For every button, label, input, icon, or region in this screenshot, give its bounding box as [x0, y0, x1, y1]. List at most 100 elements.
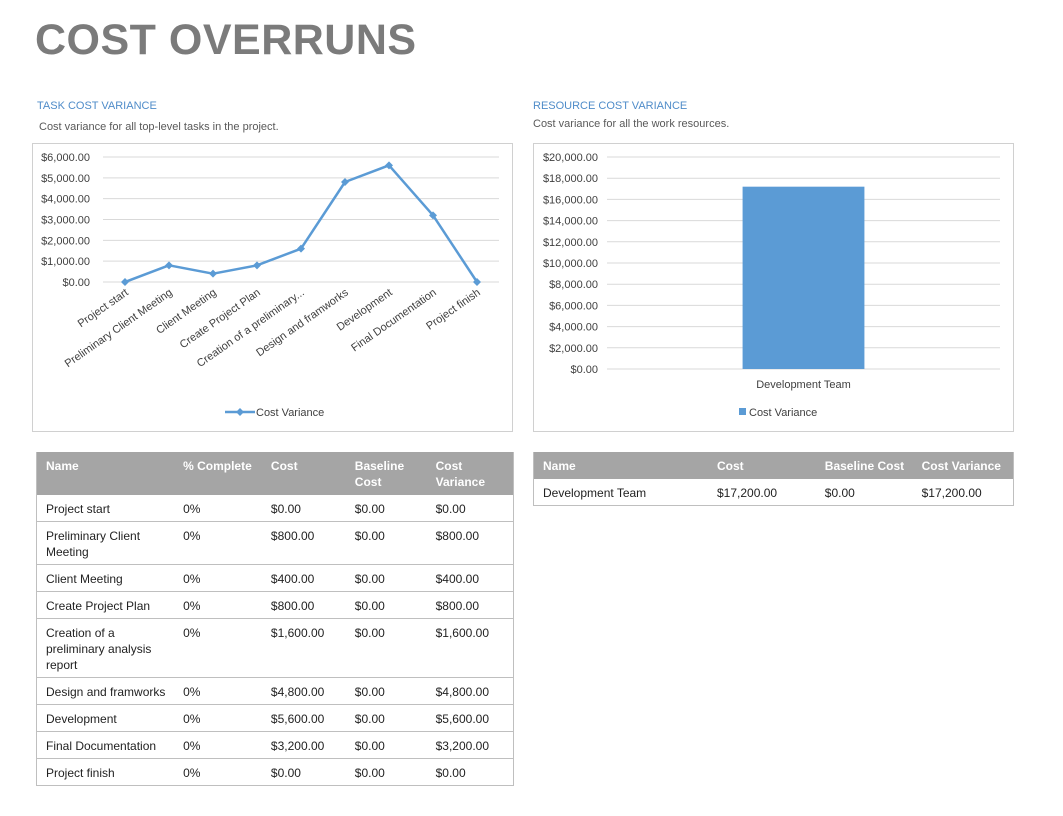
task-cost-variance-chart: $0.00 $1,000.00 $2,000.00 $3,000.00 $4,000.0…: [32, 143, 513, 432]
cell-name: Final Documentation: [36, 731, 175, 759]
cell-percent-complete: 0%: [174, 618, 262, 678]
y-tick-label: $5,000.00: [41, 173, 90, 185]
table-row: Development Team $17,200.00 $0.00 $17,20…: [533, 479, 1014, 506]
y-tick-label: $20,000.00: [543, 152, 598, 164]
cell-cost-variance: $5,600.00: [426, 704, 514, 732]
resource-cost-variance-heading: RESOURCE COST VARIANCE: [533, 100, 688, 112]
cell-cost: $17,200.00: [707, 479, 816, 506]
y-tick-label: $10,000.00: [543, 258, 598, 270]
cell-cost-variance: $0.00: [426, 758, 514, 786]
table-header-row: Name % Complete Cost Baseline Cost Cost …: [36, 452, 514, 495]
y-tick-label: $0.00: [62, 277, 90, 289]
cell-cost: $5,600.00: [261, 704, 346, 732]
cell-cost-variance: $4,800.00: [426, 677, 514, 705]
cell-name: Creation of a preliminary analysis repor…: [36, 618, 175, 678]
cell-baseline-cost: $0.00: [345, 618, 427, 678]
line-chart-svg: $0.00 $1,000.00 $2,000.00 $3,000.00 $4,000.0…: [41, 152, 499, 419]
cell-percent-complete: 0%: [174, 495, 262, 522]
bar-development-team: [742, 186, 865, 369]
cell-cost-variance: $17,200.00: [912, 479, 1014, 506]
legend-swatch: [739, 408, 746, 415]
y-tick-label: $16,000.00: [543, 194, 598, 206]
cell-baseline-cost: $0.00: [345, 677, 427, 705]
cell-name: Preliminary Client Meeting: [36, 521, 175, 565]
column-header-baseline-cost: Baseline Cost: [815, 452, 913, 479]
cell-percent-complete: 0%: [174, 677, 262, 705]
page-title: COST OVERRUNS: [35, 16, 417, 64]
cell-name: Project finish: [36, 758, 175, 786]
y-tick-label: $14,000.00: [543, 216, 598, 228]
cell-percent-complete: 0%: [174, 704, 262, 732]
cell-cost-variance: $800.00: [426, 591, 514, 619]
cell-percent-complete: 0%: [174, 521, 262, 565]
cell-baseline-cost: $0.00: [345, 731, 427, 759]
column-header-name: Name: [533, 452, 708, 479]
table-header-row: Name Cost Baseline Cost Cost Variance: [533, 452, 1014, 479]
column-header-cost: Cost: [707, 452, 816, 479]
cell-cost: $0.00: [261, 758, 346, 786]
y-tick-label: $18,000.00: [543, 173, 598, 185]
cell-cost: $400.00: [261, 564, 346, 592]
cell-baseline-cost: $0.00: [345, 591, 427, 619]
task-cost-variance-subtitle: Cost variance for all top-level tasks in…: [39, 121, 279, 133]
cell-cost-variance: $1,600.00: [426, 618, 514, 678]
column-header-cost-variance: Cost Variance: [426, 452, 514, 495]
table-row: Client Meeting 0% $400.00 $0.00 $400.00: [36, 564, 514, 592]
column-header-cost-variance: Cost Variance: [912, 452, 1014, 479]
cell-percent-complete: 0%: [174, 591, 262, 619]
y-tick-label: $2,000.00: [41, 235, 90, 247]
cell-cost-variance: $0.00: [426, 495, 514, 522]
cell-name: Design and framworks: [36, 677, 175, 705]
table-row: Project finish 0% $0.00 $0.00 $0.00: [36, 758, 514, 786]
y-tick-label: $4,000.00: [549, 322, 598, 334]
cell-baseline-cost: $0.00: [345, 495, 427, 522]
x-tick-label: Development Team: [756, 379, 851, 391]
cell-baseline-cost: $0.00: [345, 758, 427, 786]
series-line-cost-variance: [124, 164, 479, 284]
y-tick-label: $0.00: [570, 364, 598, 376]
legend-marker: [236, 408, 244, 416]
legend-label: Cost Variance: [749, 407, 817, 419]
table-row: Project start 0% $0.00 $0.00 $0.00: [36, 495, 514, 522]
column-header-cost: Cost: [261, 452, 346, 495]
cell-cost-variance: $3,200.00: [426, 731, 514, 759]
cell-percent-complete: 0%: [174, 731, 262, 759]
cell-name: Create Project Plan: [36, 591, 175, 619]
table-row: Development 0% $5,600.00 $0.00 $5,600.00: [36, 704, 514, 732]
table-row: Creation of a preliminary analysis repor…: [36, 618, 514, 678]
table-row: Create Project Plan 0% $800.00 $0.00 $80…: [36, 591, 514, 619]
bar-chart-svg: $0.00 $2,000.00 $4,000.00 $6,000.00 $8,000.0…: [543, 152, 1000, 419]
data-point: [253, 261, 261, 270]
y-tick-label: $4,000.00: [41, 194, 90, 206]
task-cost-table: Name % Complete Cost Baseline Cost Cost …: [36, 452, 514, 786]
table-row: Design and framworks 0% $4,800.00 $0.00 …: [36, 677, 514, 705]
cell-name: Project start: [36, 495, 175, 522]
cell-cost-variance: $800.00: [426, 521, 514, 565]
cell-cost: $0.00: [261, 495, 346, 522]
data-point: [121, 278, 129, 286]
cell-cost: $800.00: [261, 591, 346, 619]
cell-name: Development: [36, 704, 175, 732]
column-header-baseline-cost: Baseline Cost: [345, 452, 427, 495]
y-tick-label: $1,000.00: [41, 256, 90, 268]
table-row: Final Documentation 0% $3,200.00 $0.00 $…: [36, 731, 514, 759]
cell-cost: $800.00: [261, 521, 346, 565]
y-tick-label: $2,000.00: [549, 343, 598, 355]
y-tick-label: $12,000.00: [543, 237, 598, 249]
resource-cost-variance-subtitle: Cost variance for all the work resources…: [533, 118, 730, 130]
resource-cost-variance-chart: $0.00 $2,000.00 $4,000.00 $6,000.00 $8,000.0…: [533, 143, 1014, 432]
column-header-name: Name: [36, 452, 175, 495]
cell-baseline-cost: $0.00: [345, 564, 427, 592]
cell-baseline-cost: $0.00: [345, 521, 427, 565]
y-tick-label: $6,000.00: [41, 152, 90, 164]
y-tick-label: $8,000.00: [549, 279, 598, 291]
cell-percent-complete: 0%: [174, 564, 262, 592]
task-cost-variance-heading: TASK COST VARIANCE: [37, 100, 157, 112]
cell-cost: $1,600.00: [261, 618, 346, 678]
legend-label: Cost Variance: [256, 407, 324, 419]
cell-baseline-cost: $0.00: [815, 479, 913, 506]
column-header-percent-complete: % Complete: [174, 452, 262, 495]
cell-cost: $3,200.00: [261, 731, 346, 759]
cell-percent-complete: 0%: [174, 758, 262, 786]
y-tick-label: $3,000.00: [41, 215, 90, 227]
